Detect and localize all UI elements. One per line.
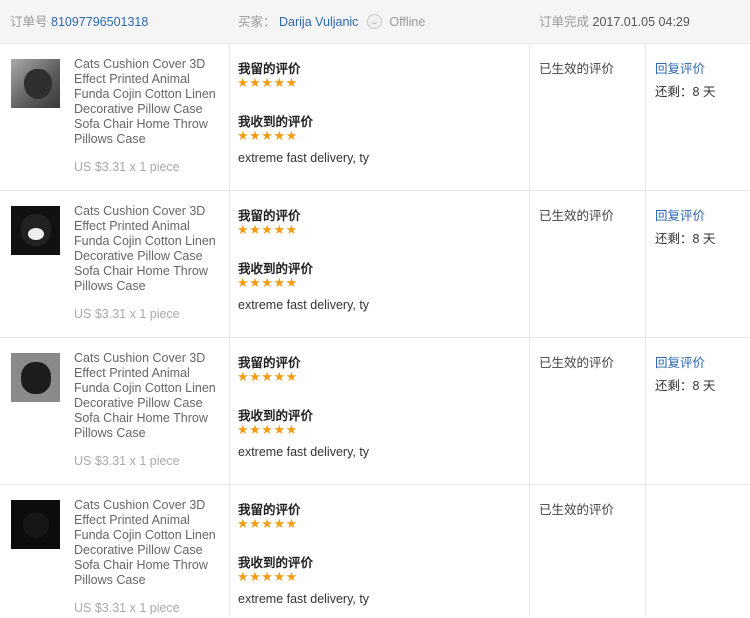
review-cell: 我留的评价 ★★★★★ 我收到的评价 ★★★★★ extreme fast de… (230, 191, 530, 337)
review-row: Cats Cushion Cover 3D Effect Printed Ani… (0, 485, 750, 616)
buyer-label: 买家： (238, 15, 276, 29)
product-price: US $3.31 x 1 piece (74, 160, 180, 174)
review-cell: 我留的评价 ★★★★★ 我收到的评价 ★★★★★ extreme fast de… (230, 338, 530, 484)
review-cell: 我留的评价 ★★★★★ 我收到的评价 ★★★★★ extreme fast de… (230, 485, 530, 616)
order-number-label: 订单号 (10, 15, 48, 29)
product-price: US $3.31 x 1 piece (74, 307, 180, 321)
review-status: 已生效的评价 (539, 356, 615, 370)
order-completed-label: 订单完成 (539, 15, 590, 29)
review-list: Cats Cushion Cover 3D Effect Printed Ani… (0, 44, 750, 616)
action-cell: 回复评价 还剩：8 天 (646, 44, 750, 190)
review-comment: extreme fast delivery, ty (238, 298, 370, 312)
order-completed-group: 订单完成 2017.01.05 04:29 (539, 0, 690, 44)
action-cell: 回复评价 还剩：8 天 (646, 191, 750, 337)
order-header: 订单号 81097796501318 买家： Darija Vuljanic O… (0, 0, 750, 44)
received-review-stars: ★★★★★ (237, 422, 298, 437)
action-cell (646, 485, 750, 616)
buyer-name-link[interactable]: Darija Vuljanic (279, 15, 358, 29)
review-status: 已生效的评价 (539, 503, 615, 517)
order-number-group: 订单号 81097796501318 (10, 0, 148, 44)
product-cell: Cats Cushion Cover 3D Effect Printed Ani… (0, 338, 230, 484)
my-review-stars: ★★★★★ (237, 75, 298, 90)
review-status: 已生效的评价 (539, 62, 615, 76)
product-thumbnail[interactable] (11, 500, 60, 549)
my-review-stars: ★★★★★ (237, 222, 298, 237)
product-title[interactable]: Cats Cushion Cover 3D Effect Printed Ani… (74, 498, 224, 588)
product-price: US $3.31 x 1 piece (74, 601, 180, 615)
status-cell: 已生效的评价 (530, 338, 646, 484)
review-row: Cats Cushion Cover 3D Effect Printed Ani… (0, 44, 750, 191)
review-comment: extreme fast delivery, ty (238, 592, 370, 606)
order-number-link[interactable]: 81097796501318 (51, 15, 148, 29)
action-cell: 回复评价 还剩：8 天 (646, 338, 750, 484)
product-thumbnail[interactable] (11, 59, 60, 108)
review-row: Cats Cushion Cover 3D Effect Printed Ani… (0, 191, 750, 338)
my-review-stars: ★★★★★ (237, 516, 298, 531)
review-row: Cats Cushion Cover 3D Effect Printed Ani… (0, 338, 750, 485)
review-cell: 我留的评价 ★★★★★ 我收到的评价 ★★★★★ extreme fast de… (230, 44, 530, 190)
product-title[interactable]: Cats Cushion Cover 3D Effect Printed Ani… (74, 204, 224, 294)
status-cell: 已生效的评价 (530, 485, 646, 616)
buyer-status-text: Offline (389, 15, 426, 29)
received-review-stars: ★★★★★ (237, 275, 298, 290)
buyer-group: 买家： Darija Vuljanic Offline (238, 0, 425, 44)
product-thumbnail[interactable] (11, 353, 60, 402)
received-review-stars: ★★★★★ (237, 128, 298, 143)
status-cell: 已生效的评价 (530, 44, 646, 190)
review-comment: extreme fast delivery, ty (238, 445, 370, 459)
status-cell: 已生效的评价 (530, 191, 646, 337)
product-thumbnail[interactable] (11, 206, 60, 255)
reply-review-link[interactable]: 回复评价 (655, 58, 705, 77)
my-review-stars: ★★★★★ (237, 369, 298, 384)
reply-review-link[interactable]: 回复评价 (655, 352, 705, 371)
product-title[interactable]: Cats Cushion Cover 3D Effect Printed Ani… (74, 57, 224, 147)
received-review-stars: ★★★★★ (237, 569, 298, 584)
order-completed-time: 2017.01.05 04:29 (592, 15, 690, 29)
days-remaining: 还剩：8 天 (655, 232, 716, 246)
product-price: US $3.31 x 1 piece (74, 454, 180, 468)
review-comment: extreme fast delivery, ty (238, 151, 370, 165)
product-cell: Cats Cushion Cover 3D Effect Printed Ani… (0, 191, 230, 337)
reply-review-link[interactable]: 回复评价 (655, 205, 705, 224)
chat-status-icon[interactable] (366, 14, 382, 29)
days-remaining: 还剩：8 天 (655, 85, 716, 99)
product-title[interactable]: Cats Cushion Cover 3D Effect Printed Ani… (74, 351, 224, 441)
product-cell: Cats Cushion Cover 3D Effect Printed Ani… (0, 485, 230, 616)
review-status: 已生效的评价 (539, 209, 615, 223)
days-remaining: 还剩：8 天 (655, 379, 716, 393)
product-cell: Cats Cushion Cover 3D Effect Printed Ani… (0, 44, 230, 190)
